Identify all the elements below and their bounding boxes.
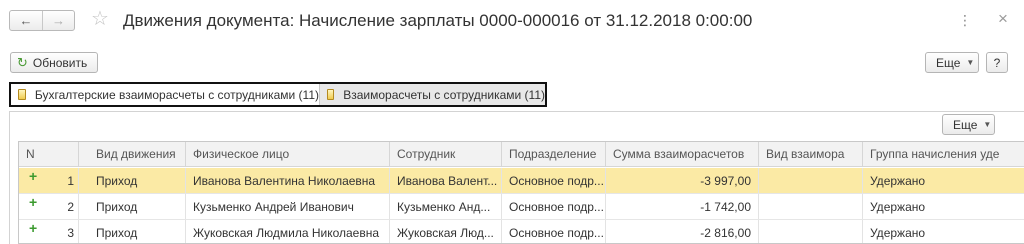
cell-group: Удержано <box>870 225 926 240</box>
tab-bar: Бухгалтерские взаиморасчеты с сотрудника… <box>9 82 547 107</box>
table-header: N Вид движения Физическое лицо Сотрудник… <box>19 142 1024 167</box>
cell-movement: Приход <box>89 194 186 219</box>
records-table: N Вид движения Физическое лицо Сотрудник… <box>18 141 1024 244</box>
cell-settlement-type <box>759 220 863 243</box>
help-button[interactable]: ? <box>986 52 1008 73</box>
tab-label: Взаиморасчеты с сотрудниками (11) <box>343 87 545 102</box>
tab-label: Бухгалтерские взаиморасчеты с сотрудника… <box>34 87 319 102</box>
table-row[interactable]: + 3 Приход Жуковская Людмила Николаевна … <box>19 220 1024 243</box>
cell-department: Основное подр... <box>502 194 606 219</box>
cell-person: Жуковская Людмила Николаевна <box>186 220 390 243</box>
column-header-n[interactable]: N <box>19 142 79 166</box>
chevron-down-icon: ▼ <box>966 58 975 67</box>
column-header-department[interactable]: Подразделение <box>502 142 606 166</box>
favorite-star-icon[interactable]: ☆ <box>91 8 109 30</box>
navigation-buttons: ← → <box>9 10 75 31</box>
table-row[interactable]: + 1 Приход Иванова Валентина Николаевна … <box>19 168 1024 194</box>
back-icon[interactable]: ← <box>10 11 42 30</box>
column-header-settlement-type[interactable]: Вид взаимора <box>759 142 863 166</box>
window-title-bar: ← → ☆ Движения документа: Начисление зар… <box>0 0 1024 44</box>
tab-employee-settlements[interactable]: Взаиморасчеты с сотрудниками (11) <box>320 84 545 105</box>
cell-department: Основное подр... <box>502 168 606 193</box>
column-header-employee[interactable]: Сотрудник <box>390 142 502 166</box>
cell-n: 3 <box>19 220 79 243</box>
register-icon <box>18 89 26 100</box>
cell-employee: Кузьменко Анд... <box>390 194 502 219</box>
cell-person: Иванова Валентина Николаевна <box>186 168 390 193</box>
cell-group: Удержано <box>870 173 926 188</box>
cell-amount: -1 742,00 <box>606 194 759 219</box>
refresh-icon: ↻ <box>17 54 28 70</box>
forward-icon[interactable]: → <box>41 11 74 30</box>
register-icon <box>327 89 335 100</box>
close-icon[interactable]: × <box>998 9 1008 29</box>
cell-movement: Приход <box>89 168 186 193</box>
cell-amount: -2 816,00 <box>606 220 759 243</box>
column-header-group[interactable]: Группа начисления уде <box>863 142 1024 166</box>
column-header-person[interactable]: Физическое лицо <box>186 142 390 166</box>
cell-n: 1 <box>19 168 79 193</box>
table-row[interactable]: + 2 Приход Кузьменко Андрей Иванович Куз… <box>19 194 1024 220</box>
column-header-amount[interactable]: Сумма взаиморасчетов <box>606 142 759 166</box>
refresh-button[interactable]: ↻ Обновить <box>10 52 98 73</box>
cell-settlement-type <box>759 168 863 193</box>
cell-group: Удержано <box>870 199 926 214</box>
refresh-label: Обновить <box>32 55 88 70</box>
more-button[interactable]: Еще ▼ <box>925 52 979 73</box>
cell-n: 2 <box>19 194 79 219</box>
table-more-button[interactable]: Еще ▼ <box>942 114 995 135</box>
more-label: Еще <box>936 55 961 70</box>
cell-settlement-type <box>759 194 863 219</box>
cell-department: Основное подр... <box>502 220 606 243</box>
cell-employee: Иванова Валент... <box>390 168 502 193</box>
cell-employee: Жуковская Люд... <box>390 220 502 243</box>
column-header-movement[interactable]: Вид движения <box>89 142 186 166</box>
chevron-down-icon: ▼ <box>983 120 992 129</box>
cell-person: Кузьменко Андрей Иванович <box>186 194 390 219</box>
page-title: Движения документа: Начисление зарплаты … <box>123 11 753 30</box>
cell-amount: -3 997,00 <box>606 168 759 193</box>
tab-accounting-settlements[interactable]: Бухгалтерские взаиморасчеты с сотрудника… <box>11 84 320 105</box>
more-menu-icon[interactable]: ⋮ <box>958 12 973 29</box>
cell-movement: Приход <box>89 220 186 243</box>
more-label: Еще <box>953 117 978 132</box>
